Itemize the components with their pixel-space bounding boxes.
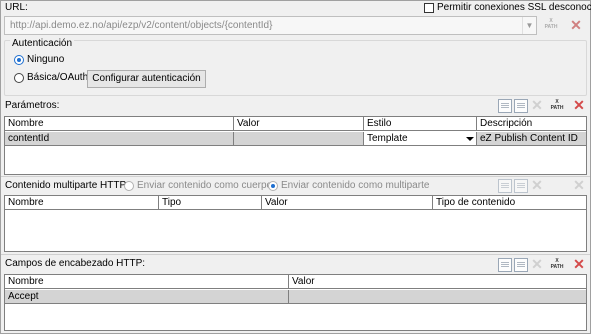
headers-table: Nombre Valor Accept (4, 274, 587, 331)
params-table: Nombre Valor Estilo Descripción contentI… (4, 116, 587, 175)
url-xpath-label: PATH (544, 24, 558, 30)
table-row-cell-descripcion[interactable]: eZ Publish Content ID (477, 132, 586, 146)
ssl-checkbox[interactable] (424, 3, 434, 13)
auth-title: Autenticación (10, 38, 75, 50)
clear-table-icon[interactable]: ✕ (572, 178, 586, 192)
chevron-down-icon[interactable] (466, 135, 474, 142)
multipart-multi-label: Enviar contenido como multiparte (281, 180, 430, 191)
multipart-body-radio[interactable] (124, 181, 134, 191)
estilo-select[interactable]: Template (364, 132, 477, 146)
append-row-icon[interactable] (498, 179, 512, 193)
multipart-title: Contenido multiparte HTTP: (5, 180, 129, 191)
table-row-cell-valor[interactable] (234, 132, 364, 146)
auth-basic-label: Básica/OAuth (27, 72, 89, 83)
auth-basic-radio[interactable] (14, 73, 24, 83)
params-col-estilo[interactable]: Estilo (364, 117, 477, 131)
clear-table-icon[interactable]: ✕ (572, 98, 586, 112)
chevron-down-icon[interactable]: ▼ (522, 17, 536, 34)
url-label: URL: (5, 2, 28, 13)
headers-col-nombre[interactable]: Nombre (5, 275, 289, 289)
multipart-body-label: Enviar contenido como cuerpo (137, 180, 273, 191)
append-row-icon[interactable] (498, 99, 512, 113)
append-row-icon[interactable] (498, 258, 512, 272)
url-value: http://api.demo.ez.no/api/ezp/v2/content… (10, 20, 273, 31)
configure-auth-button[interactable]: Configurar autenticación (87, 70, 206, 88)
xpath-icon: X PATH (544, 18, 558, 30)
divider (1, 176, 590, 177)
xpath-icon[interactable]: X PATH (550, 99, 564, 113)
insert-row-icon[interactable] (514, 258, 528, 272)
ssl-label: Permitir conexiones SSL desconocidas (437, 2, 591, 13)
table-row-cell-nombre[interactable]: Accept (5, 290, 289, 304)
multipart-col-valor[interactable]: Valor (262, 196, 433, 210)
delete-row-icon[interactable]: ✕ (530, 98, 544, 112)
headers-title: Campos de encabezado HTTP: (5, 258, 146, 269)
headers-col-valor[interactable]: Valor (289, 275, 586, 289)
params-col-nombre[interactable]: Nombre (5, 117, 234, 131)
delete-row-icon[interactable]: ✕ (530, 257, 544, 271)
divider (1, 254, 590, 255)
multipart-multi-radio[interactable] (268, 181, 278, 191)
url-input[interactable]: http://api.demo.ez.no/api/ezp/v2/content… (4, 16, 537, 35)
clear-table-icon[interactable]: ✕ (572, 257, 586, 271)
url-xpath-button[interactable]: X PATH (543, 18, 559, 34)
auth-none-radio[interactable] (14, 55, 24, 65)
multipart-col-nombre[interactable]: Nombre (5, 196, 159, 210)
params-col-valor[interactable]: Valor (234, 117, 364, 131)
clear-url-button[interactable]: ✕ (568, 18, 584, 34)
insert-row-icon[interactable] (514, 99, 528, 113)
close-icon: ✕ (570, 17, 582, 33)
xpath-icon[interactable]: X PATH (550, 258, 564, 272)
params-title: Parámetros: (5, 100, 60, 111)
estilo-value: Template (367, 133, 408, 144)
params-col-descripcion[interactable]: Descripción (477, 117, 586, 131)
auth-none-label: Ninguno (27, 54, 65, 65)
delete-row-icon[interactable]: ✕ (530, 178, 544, 192)
insert-row-icon[interactable] (514, 179, 528, 193)
table-row-cell-valor[interactable] (289, 290, 586, 304)
multipart-col-tipo[interactable]: Tipo (159, 196, 262, 210)
multipart-table: Nombre Tipo Valor Tipo de contenido (4, 195, 587, 252)
table-row-cell-nombre[interactable]: contentId (5, 132, 234, 146)
multipart-col-tipo-contenido[interactable]: Tipo de contenido (433, 196, 586, 210)
